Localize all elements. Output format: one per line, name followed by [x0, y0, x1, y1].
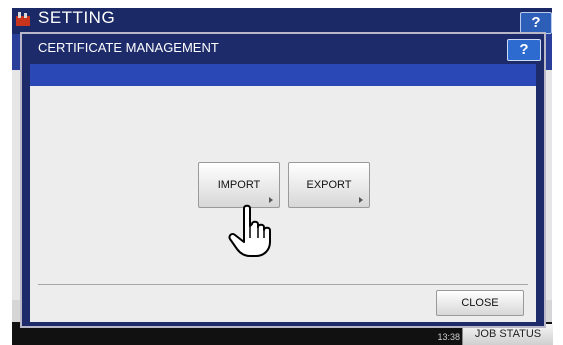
import-button[interactable]: IMPORT — [198, 162, 280, 208]
dialog-help-button[interactable]: ? — [507, 39, 541, 61]
import-button-label: IMPORT — [217, 179, 261, 191]
setting-title: SETTING — [38, 8, 116, 27]
divider — [38, 284, 528, 285]
setting-help-button[interactable]: ? — [520, 12, 552, 34]
setting-icon — [14, 10, 34, 28]
dialog-title: CERTIFICATE MANAGEMENT — [38, 40, 219, 55]
export-button-label: EXPORT — [306, 179, 352, 191]
close-button[interactable]: CLOSE — [436, 290, 524, 316]
dialog-header-bar — [30, 64, 536, 86]
chevron-right-icon — [359, 197, 363, 203]
datetime-display: 13:38 — [437, 332, 460, 342]
dialog-body: IMPORT EXPORT CLOSE — [30, 86, 536, 322]
certificate-management-dialog: CERTIFICATE MANAGEMENT ? IMPORT EXPORT C… — [20, 32, 546, 328]
hand-pointer-icon — [228, 204, 274, 258]
close-button-label: CLOSE — [461, 297, 499, 309]
chevron-right-icon — [269, 197, 273, 203]
export-button[interactable]: EXPORT — [288, 162, 370, 208]
